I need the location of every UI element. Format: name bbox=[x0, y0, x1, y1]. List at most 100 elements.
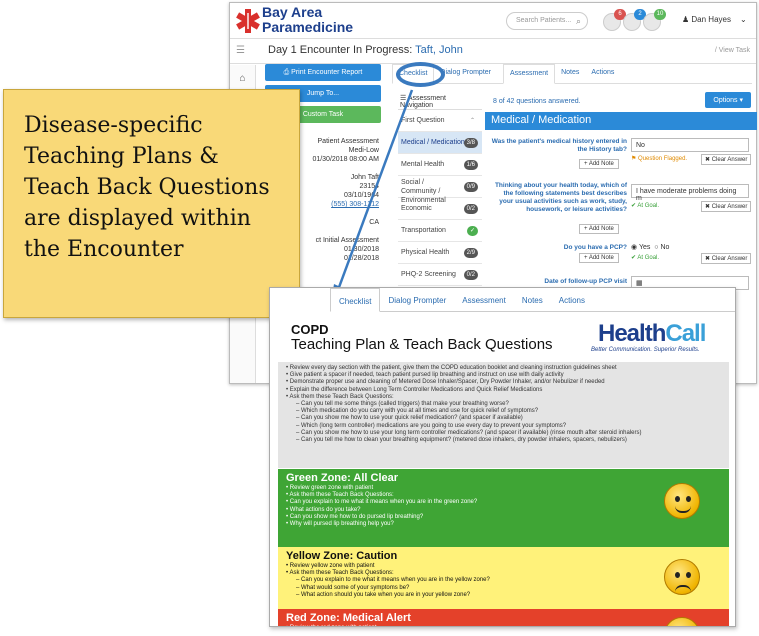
clear-answer-button[interactable]: ✖ Clear Answer bbox=[701, 201, 752, 212]
options-button[interactable]: Options ▾ bbox=[705, 92, 751, 108]
nav-header-label: Assessment Navigation bbox=[400, 95, 446, 109]
brand-name[interactable]: Bay Area Paramedicine bbox=[262, 5, 353, 35]
answer-select[interactable]: No bbox=[631, 138, 749, 152]
add-note-button[interactable]: + Add Note bbox=[579, 253, 619, 263]
user-menu[interactable]: ♟ Dan Hayes ⌄ bbox=[682, 15, 747, 24]
alerts-count: 10 bbox=[654, 9, 666, 20]
nav-item-progress: 0/9 bbox=[463, 182, 478, 192]
tab-actions[interactable]: Actions bbox=[585, 64, 620, 84]
nav-item[interactable]: Social / Community / Environmental 0/9 bbox=[398, 176, 482, 204]
add-note-button[interactable]: + Add Note bbox=[579, 224, 619, 234]
healthcall-logo: HealthCall bbox=[598, 320, 706, 348]
nav-item[interactable]: Mental Health 1/6 bbox=[398, 154, 482, 176]
plan-title: Teaching Plan & Teach Back Questions bbox=[291, 336, 553, 353]
logo-part-a: Health bbox=[598, 320, 666, 347]
tab-assessment[interactable]: Assessment bbox=[454, 288, 514, 312]
list-item: Explain the difference between Long Term… bbox=[286, 387, 721, 394]
user-name: Dan Hayes bbox=[691, 15, 731, 24]
chevron-down-icon: ⌄ bbox=[740, 15, 747, 24]
star-of-life-icon bbox=[236, 9, 260, 33]
nav-item[interactable]: PHQ-2 Screening 0/2 bbox=[398, 264, 482, 286]
print-encounter-button[interactable]: ⎙ Print Encounter Report bbox=[265, 64, 381, 81]
tab-actions[interactable]: Actions bbox=[551, 288, 593, 312]
messages-icon[interactable]: 6 bbox=[603, 9, 626, 31]
menu-icon[interactable]: ☰ bbox=[236, 45, 245, 56]
nav-item[interactable]: Economic 0/2 bbox=[398, 198, 482, 220]
list-item: Which (long term controller) medications… bbox=[286, 423, 721, 430]
list-icon: ☰ bbox=[400, 95, 408, 102]
nav-item-label: Transportation bbox=[401, 227, 446, 234]
nav-item-label: Economic bbox=[401, 205, 432, 212]
goal-status: ✔ At Goal. bbox=[631, 202, 659, 209]
view-task-link[interactable]: / View Task bbox=[715, 47, 750, 54]
general-instructions: Review every day section with the patien… bbox=[278, 362, 729, 468]
red-zone-title: Red Zone: Medical Alert bbox=[286, 612, 411, 624]
question-text: Date of follow-up PCP visit bbox=[544, 278, 627, 285]
nav-item-progress: ✓ bbox=[466, 226, 478, 236]
list-item: Review yellow zone with patient bbox=[286, 563, 721, 570]
search-input[interactable]: Search Patients... ⌕ bbox=[506, 12, 588, 30]
teaching-plan-document: COPD Teaching Plan & Teach Back Question… bbox=[278, 316, 729, 626]
list-item: Can you tell me how to clean your breath… bbox=[286, 437, 721, 444]
clear-answer-button[interactable]: ✖ Clear Answer bbox=[701, 154, 752, 165]
list-item: What action should you take when you are… bbox=[286, 592, 721, 599]
question-text: Thinking about your health today, which … bbox=[494, 182, 627, 213]
brand-line-1: Bay Area bbox=[262, 4, 323, 20]
yellow-list: Review yellow zone with patientAsk them … bbox=[286, 563, 721, 599]
tab-notes[interactable]: Notes bbox=[514, 288, 551, 312]
general-list: Review every day section with the patien… bbox=[286, 365, 721, 444]
list-item: Review green zone with patient bbox=[286, 485, 721, 492]
tab-checklist[interactable]: Checklist bbox=[330, 288, 381, 312]
list-item: Which medication do you carry with you a… bbox=[286, 408, 721, 415]
list-item: Review the red zone with patient bbox=[286, 625, 721, 626]
list-item: Can you tell me some things (called trig… bbox=[286, 401, 721, 408]
tab-notes[interactable]: Notes bbox=[555, 64, 585, 84]
list-item: Why will pursed lip breathing help you? bbox=[286, 521, 721, 528]
radio-yes-label: Yes bbox=[638, 244, 651, 251]
nav-item-progress: 2/9 bbox=[463, 248, 478, 258]
nav-item-label: Mental Health bbox=[401, 161, 445, 168]
list-item: Can you explain to me what it means when… bbox=[286, 577, 721, 584]
nav-item[interactable]: Physical Health 2/9 bbox=[398, 242, 482, 264]
nav-items: First Question ⌃ Medical / Medication 3/8 Me… bbox=[398, 110, 482, 308]
list-item: Demonstrate proper use and cleaning of M… bbox=[286, 379, 721, 386]
tasks-icon[interactable]: 2 bbox=[623, 9, 646, 31]
page-title: Day 1 Encounter In Progress: Taft, John bbox=[268, 44, 463, 56]
nav-item-progress: 0/2 bbox=[463, 204, 478, 214]
nav-item-progress: 1/6 bbox=[463, 160, 478, 170]
alerts-icon[interactable]: 10 bbox=[643, 9, 666, 31]
question-text: Do you have a PCP? bbox=[563, 244, 627, 251]
home-icon[interactable]: ⌂ bbox=[230, 73, 255, 84]
nav-item[interactable]: Transportation ✓ bbox=[398, 220, 482, 242]
question-pcp: Do you have a PCP? ◉ Yes ○ No + Add Note… bbox=[485, 244, 757, 274]
goal-status-text: At Goal. bbox=[637, 203, 660, 209]
search-icon: ⌕ bbox=[575, 16, 581, 26]
chevron-up-icon[interactable]: ⌃ bbox=[467, 116, 478, 126]
tab-dialog-prompter[interactable]: Dialog Prompter bbox=[380, 288, 454, 312]
logo-tagline: Better Communication. Superior Results. bbox=[591, 347, 700, 353]
tab-assessment[interactable]: Assessment bbox=[502, 64, 556, 84]
nav-item-label: Physical Health bbox=[401, 249, 450, 256]
list-item: Ask them these Teach Back Questions: bbox=[286, 492, 721, 499]
pcp-radio-group[interactable]: ◉ Yes ○ No bbox=[631, 243, 669, 251]
goal-status-text: At Goal. bbox=[637, 255, 660, 261]
yellow-zone-title: Yellow Zone: Caution bbox=[286, 550, 398, 562]
flag-icon: ⚑ bbox=[631, 156, 639, 162]
red-list: Review the red zone with patientAsk them… bbox=[286, 625, 721, 626]
callout-note: Disease-specific Teaching Plans & Teach … bbox=[3, 89, 300, 318]
user-icon: ♟ bbox=[682, 15, 692, 24]
clear-answer-button[interactable]: ✖ Clear Answer bbox=[701, 253, 752, 264]
nav-item-label: PHQ-2 Screening bbox=[401, 271, 456, 278]
top-bar: Bay Area Paramedicine Search Patients...… bbox=[230, 3, 756, 39]
nav-item[interactable]: Medical / Medication 3/8 bbox=[398, 132, 482, 154]
radio-yes-icon[interactable]: ◉ bbox=[631, 244, 639, 251]
add-note-button[interactable]: + Add Note bbox=[579, 159, 619, 169]
nav-item-progress: 3/8 bbox=[463, 138, 478, 148]
question-usual-activities: Thinking about your health today, which … bbox=[485, 182, 757, 242]
answer-select[interactable]: I have moderate problems doing m bbox=[631, 184, 749, 202]
red-zone: Red Zone: Medical Alert Review the red z… bbox=[278, 609, 729, 626]
nav-item[interactable]: First Question ⌃ bbox=[398, 110, 482, 132]
nav-item-progress: 0/2 bbox=[463, 270, 478, 280]
patient-link[interactable]: Taft, John bbox=[415, 44, 463, 56]
flag-status-text: Question Flagged. bbox=[638, 156, 688, 162]
